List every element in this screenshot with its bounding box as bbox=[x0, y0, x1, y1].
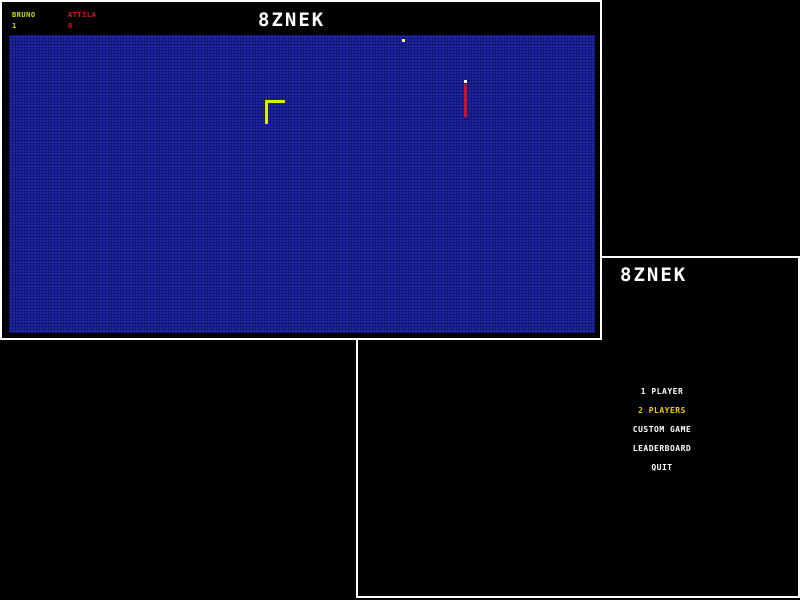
menu-item-custom-game[interactable]: CUSTOM GAME bbox=[522, 420, 800, 439]
menu-item-leaderboard[interactable]: LEADERBOARD bbox=[522, 439, 800, 458]
menu-item-quit[interactable]: QUIT bbox=[522, 458, 800, 477]
main-menu: 1 PLAYER 2 PLAYERS CUSTOM GAME LEADERBOA… bbox=[522, 382, 800, 477]
snake-segment bbox=[464, 84, 467, 117]
game-window: BRUNO 1 ATTILA 0 8ZNEK bbox=[0, 0, 602, 340]
menu-title: 8ZNEK bbox=[620, 264, 688, 286]
snake-head bbox=[464, 80, 467, 83]
player2-score: 0 bbox=[68, 22, 73, 30]
player1-score: 1 bbox=[12, 22, 17, 30]
snake-segment bbox=[265, 100, 268, 124]
game-title: 8ZNEK bbox=[258, 9, 326, 31]
play-field[interactable] bbox=[9, 35, 595, 333]
player1-name: BRUNO bbox=[12, 11, 36, 19]
player2-name: ATTILA bbox=[68, 11, 97, 19]
menu-item-2-players[interactable]: 2 PLAYERS bbox=[522, 401, 800, 420]
snake-segment bbox=[265, 100, 285, 103]
menu-item-1-player[interactable]: 1 PLAYER bbox=[522, 382, 800, 401]
food-pellet bbox=[402, 39, 405, 42]
